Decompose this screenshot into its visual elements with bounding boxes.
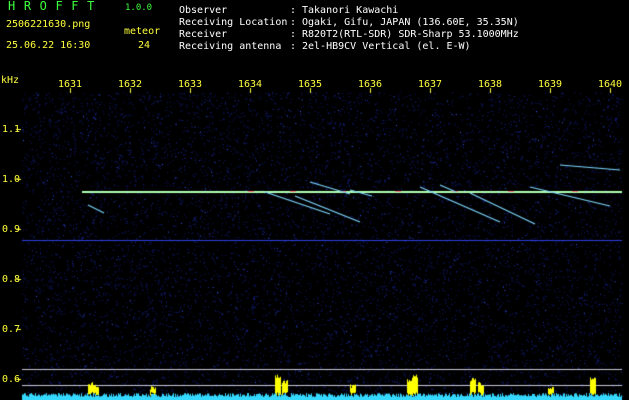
x-tick-label: 1637 xyxy=(418,79,443,90)
x-tick-label: 1634 xyxy=(238,79,263,90)
x-tick-label: 1631 xyxy=(58,79,83,90)
location-value: Ogaki, Gifu, JAPAN (136.60E, 35.35N) xyxy=(302,17,519,28)
date-time: 25.06.22 16:30 xyxy=(6,40,91,51)
x-tick-label: 1633 xyxy=(178,79,203,90)
receiver-key: Receiver xyxy=(179,29,228,40)
x-tick-label: 1632 xyxy=(118,79,143,90)
info-separator: : xyxy=(290,29,297,40)
x-tick-label: 1639 xyxy=(538,79,563,90)
meteor-count: 24 xyxy=(138,40,151,51)
x-tick-label: 1640 xyxy=(598,79,623,90)
info-separator: : xyxy=(290,17,297,28)
x-tick-label: 1638 xyxy=(478,79,503,90)
observer-value: Takanori Kawachi xyxy=(302,5,399,16)
y-tick-label: 0.8 xyxy=(2,274,21,285)
receiver-value: R820T2(RTL-SDR) SDR-Sharp 53.1000MHz xyxy=(302,29,519,40)
y-tick-label: 0.6 xyxy=(2,374,21,385)
y-axis-unit: kHz xyxy=(1,75,20,86)
y-tick-label: 1.1 xyxy=(2,124,21,135)
y-tick-label: 0.7 xyxy=(2,324,21,335)
app-version: 1.0.0 xyxy=(125,3,153,13)
x-tick-label: 1636 xyxy=(358,79,383,90)
location-key: Receiving Location xyxy=(179,17,288,28)
hrofft-window: HROFFT 1.0.0 2506221630.png meteor 25.06… xyxy=(0,0,629,400)
file-name: 2506221630.png xyxy=(6,19,91,30)
meteor-label: meteor xyxy=(124,26,161,37)
info-separator: : xyxy=(290,5,297,16)
y-tick-label: 0.9 xyxy=(2,224,21,235)
y-tick-label: 1.0 xyxy=(2,174,21,185)
antenna-key: Receiving antenna xyxy=(179,41,282,52)
info-separator: : xyxy=(290,41,297,52)
antenna-value: 2el-HB9CV Vertical (el. E-W) xyxy=(302,41,471,52)
spectrogram-canvas xyxy=(0,0,629,400)
x-tick-label: 1635 xyxy=(298,79,323,90)
app-title: HROFFT xyxy=(8,0,103,13)
observer-key: Observer xyxy=(179,5,228,16)
